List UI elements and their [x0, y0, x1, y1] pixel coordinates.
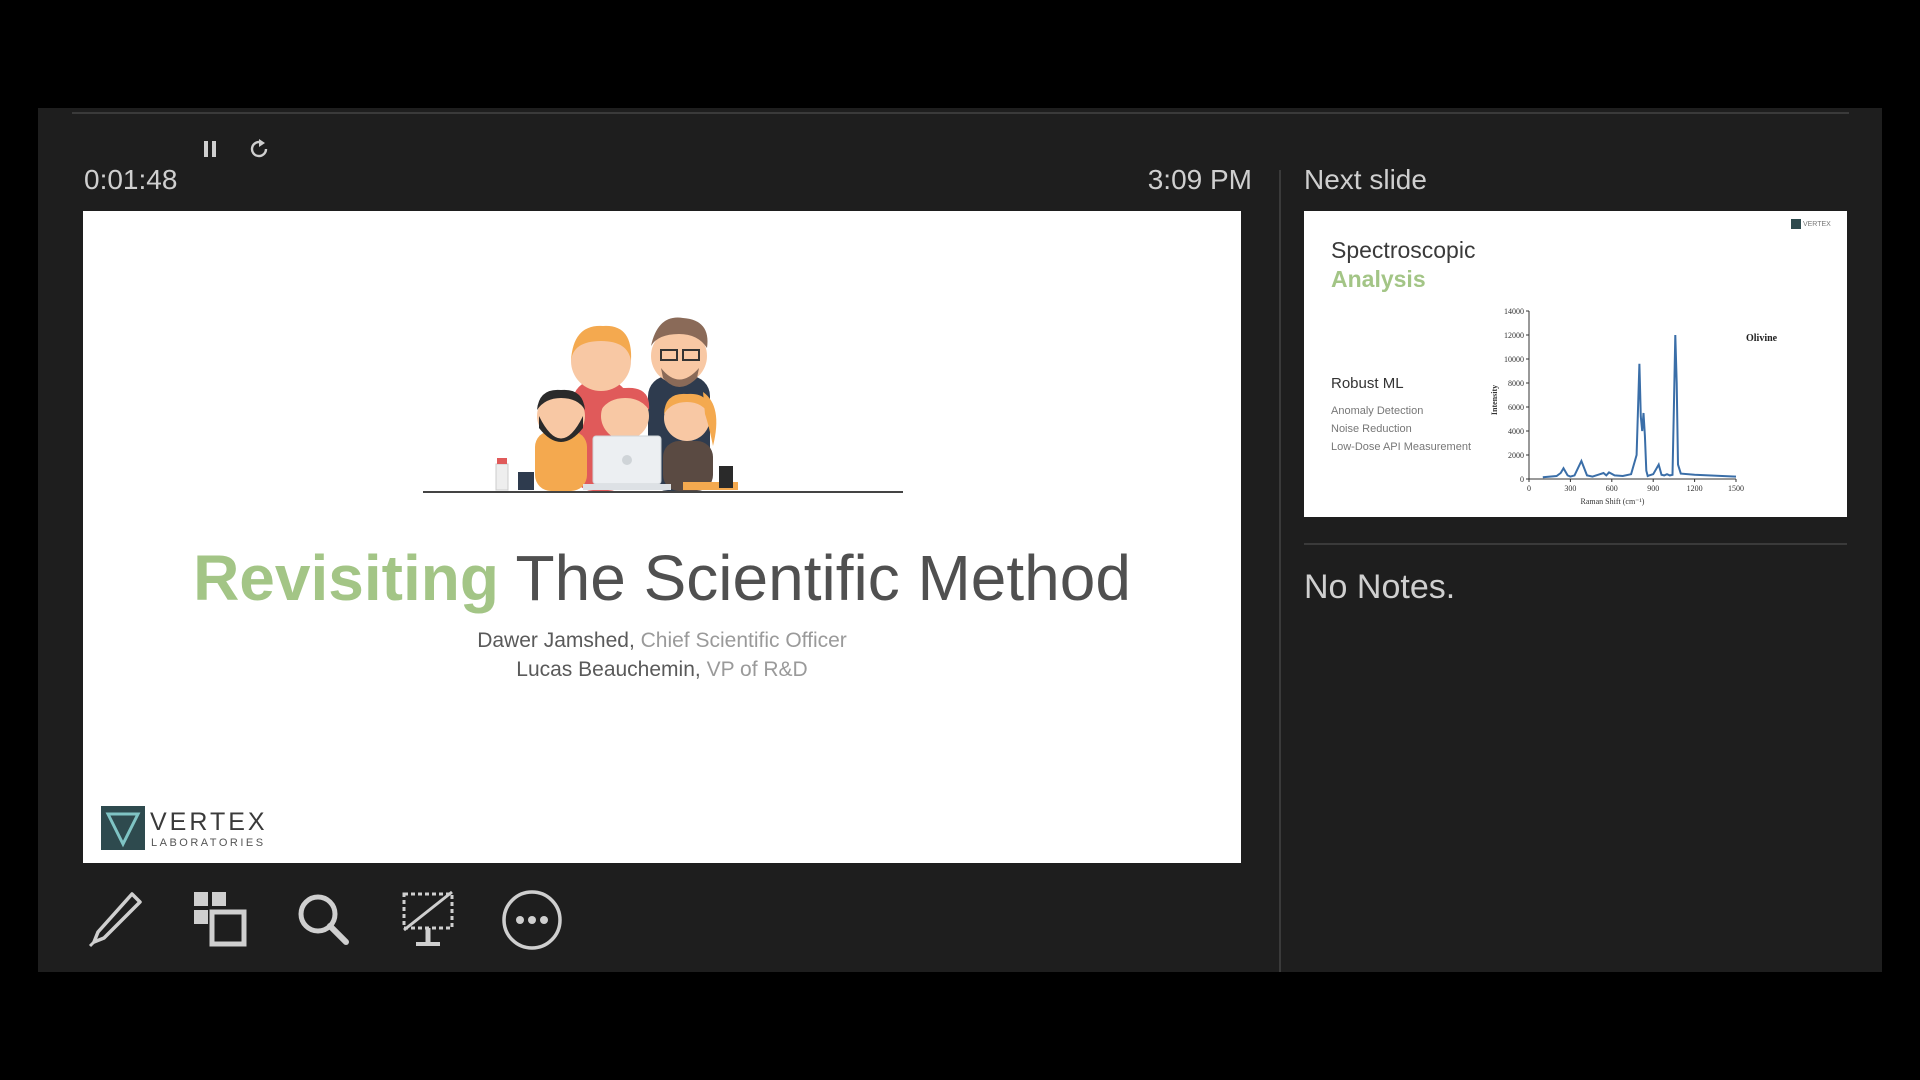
presenter-role: VP of R&D — [706, 658, 808, 681]
logo-name: VERTEX — [150, 808, 268, 836]
x-tick-label: 900 — [1647, 484, 1659, 493]
slide-title: Revisiting The Scientific Method — [83, 541, 1241, 615]
x-tick-label: 1200 — [1687, 484, 1703, 493]
restart-icon[interactable] — [248, 137, 272, 161]
current-slide[interactable]: Revisiting The Scientific Method Dawer J… — [83, 211, 1241, 863]
current-time: 3:09 PM — [1147, 164, 1252, 195]
more-options-button[interactable] — [496, 884, 568, 956]
y-tick-label: 4000 — [1508, 427, 1524, 436]
y-tick-label: 2000 — [1508, 451, 1524, 460]
presenter-line-2: Lucas Beauchemin, VP of R&D — [83, 658, 1241, 682]
x-tick-label: 600 — [1606, 484, 1618, 493]
y-axis-label: Intensity — [1490, 385, 1499, 415]
presenter-window: 0:01:48 3:09 PM Next slide Revisiting Th… — [38, 108, 1882, 972]
y-tick-label: 6000 — [1508, 403, 1524, 412]
y-tick-label: 10000 — [1504, 355, 1524, 364]
y-tick-label: 12000 — [1504, 331, 1524, 340]
title-rest: The Scientific Method — [515, 542, 1131, 614]
presenter-separator: , — [628, 629, 641, 652]
speaker-notes: No Notes. — [1304, 568, 1456, 606]
logo-sub: LABORATORIES — [151, 837, 266, 849]
pen-tool-button[interactable] — [80, 884, 152, 956]
next-slide-thumbnail[interactable]: Spectroscopic Analysis Robust ML Anomaly… — [1304, 211, 1847, 517]
team-illustration — [423, 317, 903, 493]
presenter-name: Lucas Beauchemin — [516, 658, 695, 681]
chart-annotation: Olivine — [1746, 333, 1778, 344]
top-divider — [72, 112, 1849, 114]
x-tick-label: 0 — [1527, 484, 1531, 493]
y-tick-label: 14000 — [1504, 307, 1524, 316]
black-screen-button[interactable] — [392, 884, 464, 956]
y-tick-label: 0 — [1520, 475, 1524, 484]
x-tick-label: 1500 — [1728, 484, 1744, 493]
pane-divider — [1279, 170, 1281, 972]
y-tick-label: 8000 — [1508, 379, 1524, 388]
notes-separator — [1304, 543, 1847, 545]
presenter-separator: , — [694, 658, 707, 681]
x-tick-label: 300 — [1564, 484, 1576, 493]
pen-icon — [88, 892, 142, 948]
more-icon — [502, 890, 562, 950]
spectrum-chart: 0 300 600 900 1200 1500 0 2000 4000 6000 8000 10000… — [1490, 307, 1778, 506]
presenter-line-1: Dawer Jamshed, Chief Scientific Officer — [83, 629, 1241, 653]
zoom-button[interactable] — [288, 884, 360, 956]
spectrum-line — [1542, 334, 1737, 479]
x-axis-label: Raman Shift (cm⁻¹) — [1581, 497, 1645, 506]
screen-off-icon — [402, 890, 454, 946]
vertex-logo: VERTEX LABORATORIES — [101, 806, 268, 850]
see-all-slides-button[interactable] — [184, 884, 256, 956]
elapsed-timer: 0:01:48 — [84, 164, 178, 195]
title-highlight: Revisiting — [193, 542, 499, 614]
presenter-role: Chief Scientific Officer — [640, 629, 847, 652]
slides-grid-icon — [194, 892, 247, 947]
magnifier-icon — [298, 894, 349, 945]
presenter-name: Dawer Jamshed — [477, 629, 629, 652]
pause-icon[interactable] — [200, 138, 222, 160]
next-slide-label: Next slide — [1304, 164, 1427, 195]
